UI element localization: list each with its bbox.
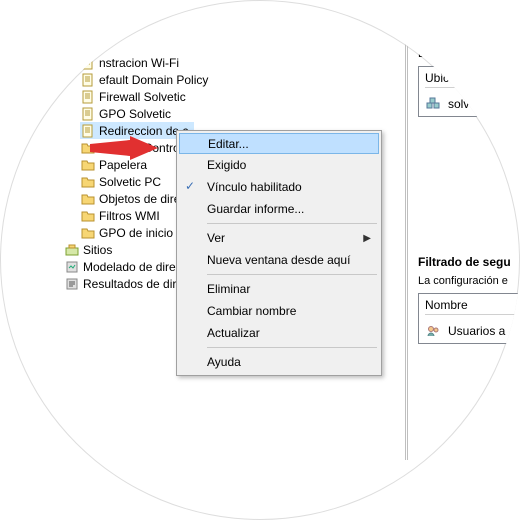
check-icon: ✓ xyxy=(185,179,195,193)
tree-item[interactable]: GPO Solvetic xyxy=(24,105,264,122)
submenu-arrow-icon: ▶ xyxy=(363,233,371,244)
menu-item-vinculo[interactable]: ✓ Vínculo habilitado xyxy=(179,176,379,198)
menu-item-editar[interactable]: Editar... xyxy=(179,133,379,154)
tree-label: Domain Controll xyxy=(99,141,185,155)
folder-icon xyxy=(80,174,96,190)
folder-icon xyxy=(80,225,96,241)
tree-item[interactable]: Firewall Solvetic xyxy=(24,88,264,105)
menu-label: Editar... xyxy=(208,137,249,151)
scroll-icon xyxy=(80,123,96,139)
context-menu: Editar... Exigido ✓ Vínculo habilitado G… xyxy=(176,130,382,376)
tree-label: GPO de inicio xyxy=(99,226,173,240)
menu-label: Vínculo habilitado xyxy=(207,180,302,194)
menu-separator xyxy=(207,274,377,275)
results-icon xyxy=(64,276,80,292)
locations-box: Ubicacio solvetic. xyxy=(418,66,520,117)
tree-label: nstracion Wi-Fi xyxy=(99,56,179,70)
tree-label: Papelera xyxy=(99,158,147,172)
folder-icon xyxy=(80,140,96,156)
tree-label: Solvetic PC xyxy=(99,175,161,189)
menu-label: Guardar informe... xyxy=(207,202,304,216)
table-row[interactable]: solvetic. xyxy=(425,92,520,112)
tree-label: Redireccion de c xyxy=(99,124,188,138)
menu-item-guardar[interactable]: Guardar informe... xyxy=(179,198,379,220)
menu-label: Cambiar nombre xyxy=(207,304,296,318)
menu-separator xyxy=(207,223,377,224)
filtering-header: Filtrado de segu xyxy=(418,255,520,269)
folder-icon xyxy=(80,191,96,207)
folder-icon xyxy=(80,157,96,173)
menu-item-nueva-ventana[interactable]: Nueva ventana desde aquí xyxy=(179,249,379,271)
cell-text: solvetic. xyxy=(448,97,491,111)
scroll-icon xyxy=(80,89,96,105)
menu-item-eliminar[interactable]: Eliminar xyxy=(179,278,379,300)
cell-text: Usuarios a xyxy=(448,324,505,338)
right-panel: Los sig Ubicacio solvetic. Filtrado de s… xyxy=(405,40,520,460)
table-row[interactable]: Usuarios a xyxy=(425,319,520,339)
menu-item-actualizar[interactable]: Actualizar xyxy=(179,322,379,344)
sites-icon xyxy=(64,242,80,258)
tree-item[interactable]: efault Domain Policy xyxy=(24,71,264,88)
filtering-subtext: La configuración e xyxy=(418,275,520,287)
menu-item-ver[interactable]: Ver ▶ xyxy=(179,227,379,249)
scroll-icon xyxy=(80,72,96,88)
tree-label: Filtros WMI xyxy=(99,209,160,223)
menu-label: Actualizar xyxy=(207,326,260,340)
tree-label: Sitios xyxy=(83,243,112,257)
tree-label: Objetos de direc xyxy=(99,192,186,206)
users-icon xyxy=(425,323,441,339)
links-intro-text: Los sig xyxy=(418,48,520,60)
menu-item-exigido[interactable]: Exigido xyxy=(179,154,379,176)
tree-label: Firewall Solvetic xyxy=(99,90,186,104)
menu-item-cambiar[interactable]: Cambiar nombre xyxy=(179,300,379,322)
menu-separator xyxy=(207,347,377,348)
menu-item-ayuda[interactable]: Ayuda xyxy=(179,351,379,373)
col-header: Nombre xyxy=(425,298,520,315)
tree-label: efault Domain Policy xyxy=(99,73,208,87)
menu-label: Eliminar xyxy=(207,282,250,296)
col-header: Ubicacio xyxy=(425,71,520,88)
menu-label: Ver xyxy=(207,231,225,245)
menu-label: Ayuda xyxy=(207,355,241,369)
model-icon xyxy=(64,259,80,275)
menu-label: Exigido xyxy=(207,158,246,172)
domain-icon xyxy=(425,96,441,112)
filtering-box: Nombre Usuarios a xyxy=(418,293,520,344)
scroll-icon xyxy=(80,106,96,122)
tree-label: GPO Solvetic xyxy=(99,107,171,121)
scroll-icon xyxy=(80,55,96,71)
tree-item[interactable]: nstracion Wi-Fi xyxy=(24,54,264,71)
menu-label: Nueva ventana desde aquí xyxy=(207,253,350,267)
folder-icon xyxy=(80,208,96,224)
